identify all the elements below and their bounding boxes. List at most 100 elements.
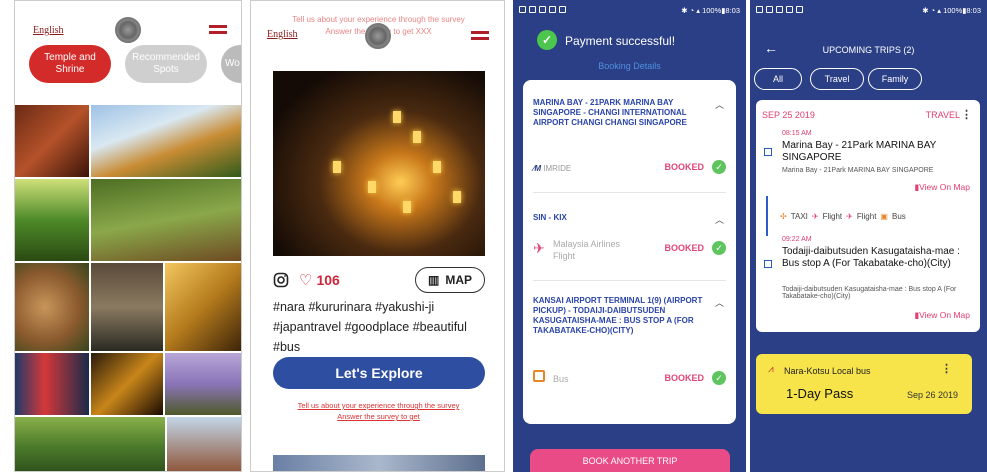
panel-payment-success: ✱ ◔ ▴ 100%▮8:03 ✓ Payment successful! Bo… [513,0,746,472]
lantern [433,161,441,173]
hashtags: #nara #kururinara #yakushi-ji #japantrav… [273,300,467,354]
panel-post-detail: Tell us about your experience through th… [250,0,505,472]
check-icon: ✓ [712,160,726,174]
divider [533,280,726,281]
filter-travel[interactable]: Travel [810,68,864,90]
lantern [403,201,411,213]
status-right: ✱ ◔ ▴ 100%▮8:03 [922,5,981,15]
status-booked: BOOKED [664,373,704,383]
page-title: UPCOMING TRIPS (2) [822,45,915,55]
check-icon: ✓ [712,241,726,255]
photo-tile[interactable] [167,417,241,471]
map-button[interactable]: ▥ MAP [415,267,485,293]
divider [533,192,726,193]
segment-title: SIN - KIX [533,213,567,222]
payment-title: Payment successful! [565,34,676,48]
stop2-time: 09:22 AM [782,236,812,243]
pill-partial[interactable]: Wo [221,45,241,83]
lantern [368,181,376,193]
chevron-up-icon[interactable]: ︿ [715,98,724,111]
bus-logo-icon: ⩘ [768,364,774,375]
segment-title: KANSAI AIRPORT TERMINAL 1(9) (AIRPORT PI… [533,296,703,335]
heart-icon[interactable]: ♡ [299,271,312,289]
route-line [766,196,768,236]
taxi-icon: ✣ [780,212,787,221]
photo-tile[interactable] [15,417,165,471]
survey-link-bottom[interactable]: Tell us about your experience through th… [251,401,504,410]
photo-tile[interactable] [15,179,89,261]
panel-photo-gallery: English Temple and Shrine Recommended Sp… [14,0,242,472]
lantern [413,131,421,143]
like-count: 106 [316,272,340,288]
city-logo [365,23,391,49]
more-vertical-icon[interactable]: ⋮ [941,362,952,375]
provider-airline: Malaysia Airlines Flight [553,239,621,261]
more-vertical-icon[interactable]: ⋮ [961,108,972,121]
lantern [453,191,461,203]
explore-button[interactable]: Let's Explore [273,357,485,389]
segment-title: MARINA BAY - 21PARK MARINA BAY SINGAPORE… [533,98,687,127]
menu-icon[interactable] [471,31,489,43]
lantern [393,111,401,123]
book-another-button[interactable]: BOOK ANOTHER TRIP [530,449,730,472]
map-icon: ▥ [427,273,440,287]
city-logo [115,17,141,43]
status-booked: BOOKED [664,243,704,253]
stop2-sub: Todaiji-daibutsuden Kasugataisha-mae : B… [782,286,957,300]
stop1-sub: Marina Bay - 21Park MARINA BAY SINGAPORE [782,167,934,174]
language-link[interactable]: English [33,25,64,36]
instagram-icon[interactable] [273,272,289,288]
plane-icon: ✈ [846,212,853,221]
post-actions: ♡ 106 ▥ MAP [273,267,485,293]
photo-tile[interactable] [165,353,241,415]
lantern [333,161,341,173]
menu-icon[interactable] [209,25,227,37]
photo-tile[interactable] [165,263,241,351]
stop1-name: Marina Bay - 21Park MARINA BAY SINGAPORE [782,140,937,163]
filter-family[interactable]: Family [868,68,922,90]
photo-tile[interactable] [91,105,241,177]
stop2-name: Todaiji-daibutsuden Kasugataisha-mae : B… [782,246,960,269]
trip-date: SEP 25 2019 [762,110,815,120]
stop-marker-icon [764,260,772,268]
next-post-photo[interactable] [273,455,485,471]
status-right: ✱ ◔ ▴ 100%▮8:03 [681,5,740,15]
language-link[interactable]: English [267,29,298,40]
success-check-icon: ✓ [537,30,557,50]
photo-tile[interactable] [15,353,89,415]
survey-link-bottom-2[interactable]: Answer the survey to get [251,412,504,421]
pass-operator: Nara-Kotsu Local bus [784,366,871,376]
status-bar: ✱ ◔ ▴ 100%▮8:03 [750,0,987,20]
photo-tile[interactable] [15,263,89,351]
plane-icon: ✈ [533,240,545,256]
photo-tile[interactable] [91,263,163,351]
view-map-link-2[interactable]: ▮View On Map [914,310,970,321]
check-icon: ✓ [712,371,726,385]
pass-name: 1-Day Pass [786,386,854,401]
chevron-up-icon[interactable]: ︿ [715,296,724,309]
stop1-time: 08:15 AM [782,130,812,137]
notification-icons [756,5,806,15]
bus-pass-card[interactable]: ⩘ Nara-Kotsu Local bus ⋮ 1-Day Pass Sep … [756,354,972,414]
bus-icon [533,370,545,382]
trip-tag: TRAVEL [925,110,960,120]
status-bar: ✱ ◔ ▴ 100%▮8:03 [513,0,746,20]
photo-tile[interactable] [91,353,163,415]
pill-recommended-spots[interactable]: Recommended Spots [125,45,207,83]
trip-card[interactable]: SEP 25 2019 TRAVEL ⋮ 08:15 AM Marina Bay… [756,100,980,332]
chevron-up-icon[interactable]: ︿ [715,213,724,226]
view-map-link-1[interactable]: ▮View On Map [914,182,970,193]
booking-card: MARINA BAY - 21PARK MARINA BAY SINGAPORE… [523,80,736,424]
bus-icon: ▣ [880,212,888,221]
pill-temple-shrine[interactable]: Temple and Shrine [29,45,111,83]
provider-bus: Bus [553,374,569,384]
photo-tile[interactable] [91,179,241,261]
photo-tile[interactable] [15,105,89,177]
booking-details-link[interactable]: Booking Details [513,61,746,71]
filter-all[interactable]: All [754,68,802,90]
pass-date: Sep 26 2019 [906,390,958,400]
stop-marker-icon [764,148,772,156]
imride-logo: ⁄M [533,164,541,173]
post-photo[interactable] [273,71,485,256]
transport-modes: ✣ TAXI ✈ Flight ✈ Flight ▣ Bus [780,212,906,221]
